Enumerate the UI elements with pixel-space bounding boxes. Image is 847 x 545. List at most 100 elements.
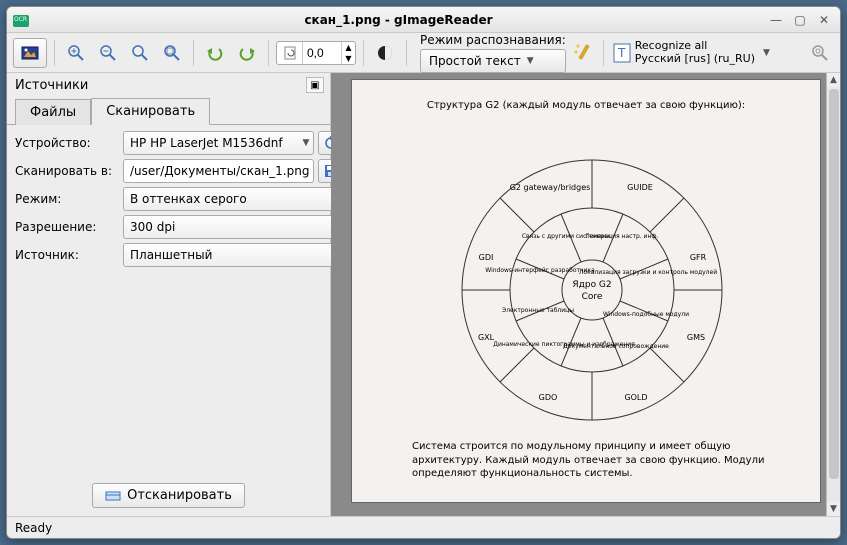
contrast-icon [376,44,394,62]
rotation-spinner[interactable]: ▲▼ [276,41,356,65]
scroll-thumb[interactable] [829,89,839,479]
resolution-label: Разрешение: [15,220,119,234]
close-button[interactable]: ✕ [814,12,834,28]
scan-button[interactable]: Отсканировать [92,483,245,508]
settings-button[interactable] [806,39,834,67]
zoom-reset-button[interactable] [126,39,154,67]
device-label: Устройство: [15,136,119,150]
main-body: Источники ▣ Файлы Сканировать Устройство… [7,73,840,516]
text-icon: T [613,43,631,63]
language-label: Русский [rus] (ru_RU) [635,53,755,66]
scroll-down-button[interactable]: ▼ [827,502,840,516]
rotation-input[interactable] [303,46,341,60]
circle-diagram: Ядро G2 Core G2 gateway/bridges GUIDE GF… [442,140,742,440]
minimize-button[interactable]: — [766,12,786,28]
scroll-up-button[interactable]: ▲ [827,73,840,87]
sidebar-spacer [7,271,330,475]
tab-scan[interactable]: Сканировать [91,98,210,125]
zoom-fit-icon [163,44,181,62]
app-icon [13,15,29,27]
zoom-in-button[interactable] [62,39,90,67]
rotate-right-button[interactable] [233,39,261,67]
output-label: Сканировать в: [15,164,119,178]
sidebar: Источники ▣ Файлы Сканировать Устройство… [7,73,331,516]
device-combo[interactable]: HP HP LaserJet M1536dnf▼ [123,131,314,155]
svg-text:Динамические пиктограммы и изо: Динамические пиктограммы и изображения [493,341,635,348]
redo-icon [238,44,256,62]
maximize-button[interactable]: ▢ [790,12,810,28]
separator [406,40,407,66]
sidebar-title: Источники [15,78,88,93]
toolbar: ▲▼ Режим распознавания: Простой текст ▼ … [7,33,840,73]
scanned-page: Структура G2 (каждый модуль отвечает за … [351,79,821,503]
svg-text:GDI: GDI [479,253,494,262]
recognition-mode-block: Режим распознавания: Простой текст ▼ [420,33,566,73]
recognize-all-label: Recognize all [635,40,755,53]
document-body-text: Система строится по модульному принципу … [412,440,772,481]
sidebar-collapse-button[interactable]: ▣ [306,77,324,93]
resolution-combo[interactable]: 300 dpi▼ [123,215,346,239]
svg-text:Локализация загрузки и контрол: Локализация загрузки и контроль модулей [579,269,717,276]
svg-text:GFR: GFR [690,253,707,262]
svg-text:GOLD: GOLD [624,393,647,402]
status-text: Ready [15,521,52,535]
separator [268,40,269,66]
chevron-down-icon: ▼ [303,138,310,148]
mode-value: В оттенках серого [130,192,331,206]
svg-text:Windows-подобные модули: Windows-подобные модули [603,311,689,318]
recognize-all-button[interactable]: T Recognize all Русский [rus] (ru_RU) ▼ [613,40,770,65]
output-value: /user/Документы/скан_1.png [130,164,309,178]
page-rotate-icon [282,45,298,61]
gear-icon [811,44,829,62]
zoom-reset-icon [131,44,149,62]
zoom-out-button[interactable] [94,39,122,67]
resolution-value: 300 dpi [130,220,331,234]
wand-icon [572,42,594,64]
image-viewer[interactable]: Структура G2 (каждый модуль отвечает за … [331,73,840,516]
svg-text:Ядро G2: Ядро G2 [572,280,611,290]
undo-icon [206,44,224,62]
auto-detect-button[interactable] [570,40,596,66]
separator [193,40,194,66]
svg-text:Электронные таблицы: Электронные таблицы [502,307,574,314]
svg-text:GDO: GDO [539,393,558,402]
output-field[interactable]: /user/Документы/скан_1.png [123,159,314,183]
chevron-down-icon: ▼ [527,56,534,66]
svg-text:Генерация настр. инф.: Генерация настр. инф. [586,233,659,240]
source-combo[interactable]: Планшетный▼ [123,243,346,267]
svg-text:G2 gateway/bridges: G2 gateway/bridges [510,183,591,192]
statusbar: Ready [7,516,840,538]
rotate-left-button[interactable] [201,39,229,67]
mode-label: Режим: [15,192,119,206]
app-window: скан_1.png - gImageReader — ▢ ✕ ▲▼ Режим… [6,6,841,539]
separator [54,40,55,66]
mode-combo[interactable]: В оттенках серого▼ [123,187,346,211]
tab-files[interactable]: Файлы [15,99,91,125]
brightness-contrast-button[interactable] [371,39,399,67]
recognition-mode-combo[interactable]: Простой текст ▼ [420,49,566,73]
svg-text:Windows-интерфейс разработчика: Windows-интерфейс разработчика [485,267,595,274]
svg-text:Core: Core [582,292,603,302]
svg-text:GXL: GXL [478,333,495,342]
scan-form: Устройство: HP HP LaserJet M1536dnf▼ Ска… [7,125,330,271]
vertical-scrollbar[interactable]: ▲ ▼ [826,73,840,516]
source-label: Источник: [15,248,119,262]
scanner-icon [105,489,121,503]
separator [603,40,604,66]
source-value: Планшетный [130,248,331,262]
rotation-mode-button[interactable] [277,42,303,64]
chevron-down-icon: ▼ [763,48,770,58]
recognition-mode-value: Простой текст [429,54,521,68]
zoom-out-icon [99,44,117,62]
window-title: скан_1.png - gImageReader [35,13,762,27]
zoom-fit-button[interactable] [158,39,186,67]
svg-text:T: T [617,46,626,60]
sidebar-header: Источники ▣ [7,73,330,95]
rotation-steppers[interactable]: ▲▼ [341,42,355,64]
svg-text:GUIDE: GUIDE [627,183,653,192]
open-image-button[interactable] [13,38,47,68]
document-title: Структура G2 (каждый модуль отвечает за … [352,100,820,111]
titlebar: скан_1.png - gImageReader — ▢ ✕ [7,7,840,33]
separator [363,40,364,66]
sidebar-tabs: Файлы Сканировать [7,95,330,125]
